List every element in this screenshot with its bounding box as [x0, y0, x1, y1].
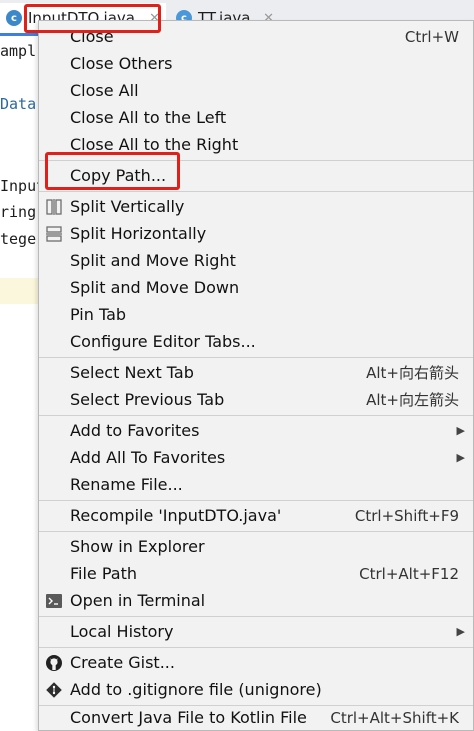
menu-separator — [39, 616, 473, 617]
menu-separator — [39, 415, 473, 416]
split-vertical-icon — [44, 197, 64, 217]
menu-item-show-in-explorer[interactable]: Show in Explorer — [39, 533, 473, 560]
submenu-arrow-icon: ▶ — [456, 625, 465, 638]
code-line: Input — [0, 177, 40, 195]
menu-item-close-others[interactable]: Close Others — [39, 50, 473, 77]
menu-item-add-to-gitignore[interactable]: Add to .gitignore file (unignore) — [39, 676, 473, 703]
menu-item-configure-tabs[interactable]: Configure Editor Tabs... — [39, 328, 473, 355]
editor-tab-context-menu: Close Ctrl+W Close Others Close All Clos… — [38, 20, 474, 731]
menu-item-select-previous-tab[interactable]: Select Previous Tab Alt+向左箭头 — [39, 386, 473, 413]
menu-item-recompile[interactable]: Recompile 'InputDTO.java' Ctrl+Shift+F9 — [39, 502, 473, 529]
menu-item-close-all-left[interactable]: Close All to the Left — [39, 104, 473, 131]
menu-item-split-horizontally[interactable]: Split Horizontally — [39, 220, 473, 247]
submenu-arrow-icon: ▶ — [456, 451, 465, 464]
menu-item-local-history[interactable]: Local History ▶ — [39, 618, 473, 645]
menu-item-close-all[interactable]: Close All — [39, 77, 473, 104]
code-line: tege — [0, 230, 37, 248]
menu-item-add-all-to-favorites[interactable]: Add All To Favorites ▶ — [39, 444, 473, 471]
submenu-arrow-icon: ▶ — [456, 424, 465, 437]
menu-separator — [39, 357, 473, 358]
split-horizontal-icon — [44, 224, 64, 244]
highlight-box-tab — [24, 4, 161, 33]
menu-item-create-gist[interactable]: Create Gist... — [39, 649, 473, 676]
menu-item-split-vertically[interactable]: Split Vertically — [39, 193, 473, 220]
code-line: Data — [0, 95, 37, 113]
menu-separator — [39, 531, 473, 532]
menu-separator — [39, 500, 473, 501]
menu-item-pin-tab[interactable]: Pin Tab — [39, 301, 473, 328]
menu-item-open-in-terminal[interactable]: Open in Terminal — [39, 587, 473, 614]
terminal-icon — [44, 591, 64, 611]
menu-item-file-path[interactable]: File Path Ctrl+Alt+F12 — [39, 560, 473, 587]
java-class-icon: c — [6, 10, 22, 26]
menu-separator — [39, 647, 473, 648]
highlight-box-copy-path — [45, 152, 180, 190]
menu-item-select-next-tab[interactable]: Select Next Tab Alt+向右箭头 — [39, 359, 473, 386]
menu-separator — [39, 191, 473, 192]
git-icon — [44, 680, 64, 700]
menu-item-split-move-down[interactable]: Split and Move Down — [39, 274, 473, 301]
current-line-highlight — [0, 278, 40, 304]
menu-item-convert-to-kotlin[interactable]: Convert Java File to Kotlin File Ctrl+Al… — [39, 704, 473, 731]
github-icon — [44, 653, 64, 673]
menu-item-rename-file[interactable]: Rename File... — [39, 471, 473, 498]
menu-item-split-move-right[interactable]: Split and Move Right — [39, 247, 473, 274]
menu-item-add-to-favorites[interactable]: Add to Favorites ▶ — [39, 417, 473, 444]
code-line: ampl — [0, 42, 37, 60]
code-line: ring — [0, 203, 37, 221]
